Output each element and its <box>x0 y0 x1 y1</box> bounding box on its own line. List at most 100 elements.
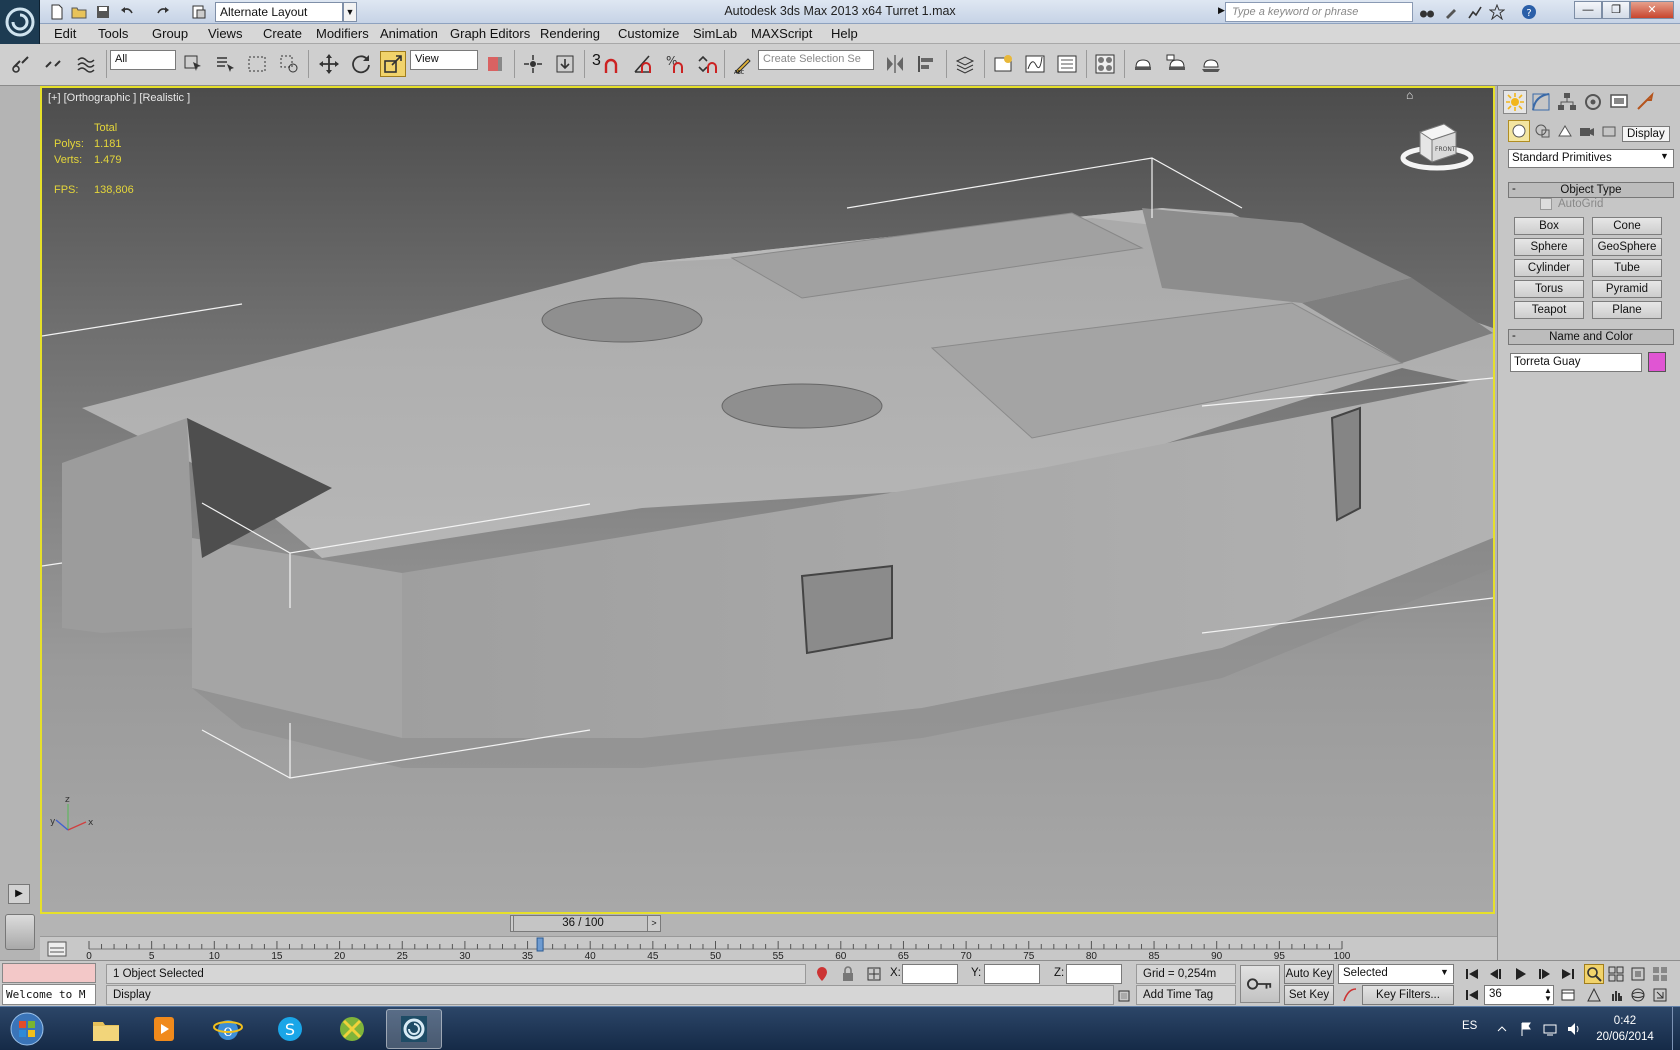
window-crossing-icon[interactable] <box>276 51 302 77</box>
object-name-input[interactable]: Torreta Guay <box>1510 353 1642 372</box>
redo-icon[interactable] <box>154 3 172 21</box>
absolute-mode-icon[interactable] <box>864 964 884 984</box>
menu-customize[interactable]: Customize <box>618 26 679 41</box>
tube-button[interactable]: Tube <box>1592 259 1662 277</box>
category-dropdown[interactable]: Standard Primitives <box>1508 149 1674 168</box>
named-selection-set-dropdown[interactable]: Create Selection Se <box>758 50 874 70</box>
viewcube[interactable]: FRONT <box>1398 114 1476 176</box>
geometry-category-icon[interactable] <box>1508 120 1530 142</box>
rectangular-selection-icon[interactable] <box>244 51 270 77</box>
pyramid-button[interactable]: Pyramid <box>1592 280 1662 298</box>
rendered-frame-window-icon[interactable] <box>1164 51 1190 77</box>
orbit-icon[interactable] <box>1628 985 1648 1005</box>
default-tangents-icon[interactable] <box>1340 985 1360 1005</box>
menu-maxscript[interactable]: MAXScript <box>751 26 812 41</box>
home-icon[interactable]: ⌂ <box>1406 88 1413 102</box>
bind-space-warp-icon[interactable] <box>74 51 100 77</box>
internet-explorer-taskbar-icon[interactable]: e <box>200 1009 256 1049</box>
mirror-icon[interactable] <box>882 51 908 77</box>
restore-button[interactable]: ❐ <box>1602 1 1630 19</box>
menu-tools[interactable]: Tools <box>98 26 128 41</box>
menu-rendering[interactable]: Rendering <box>540 26 600 41</box>
menu-help[interactable]: Help <box>831 26 858 41</box>
search-arrow-icon[interactable]: ▶ <box>1218 5 1225 16</box>
maximize-viewport-icon[interactable] <box>1650 985 1670 1005</box>
link-icon[interactable] <box>8 51 34 77</box>
autogrid-checkbox-box[interactable] <box>1540 198 1552 210</box>
render-production-icon[interactable] <box>1198 51 1224 77</box>
select-manipulate-icon[interactable] <box>520 51 546 77</box>
scene-explorer-icon[interactable] <box>990 51 1016 77</box>
autogrid-checkbox[interactable]: AutoGrid <box>1540 198 1603 210</box>
viewport-label[interactable]: [+] [Orthographic ] [Realistic ] <box>48 92 190 104</box>
zoom-icon[interactable] <box>1584 964 1604 984</box>
y-coordinate-input[interactable] <box>984 964 1040 984</box>
perspective-viewport[interactable]: z y x [+] [Orthographic ] [Realistic ] T… <box>40 86 1495 914</box>
language-indicator[interactable]: ES <box>1462 1020 1477 1032</box>
teapot-button[interactable]: Teapot <box>1514 301 1584 319</box>
go-to-end-icon[interactable] <box>1558 964 1578 984</box>
project-folder-icon[interactable] <box>190 3 208 21</box>
field-of-view-icon[interactable] <box>1584 985 1604 1005</box>
gis-app-taskbar-icon[interactable] <box>324 1009 380 1049</box>
select-object-icon[interactable] <box>180 51 206 77</box>
display-tab-icon[interactable] <box>1607 90 1631 114</box>
set-key-button[interactable]: Set Key <box>1284 985 1334 1005</box>
key-mode-arrow-icon[interactable]: ▼ <box>1440 967 1449 977</box>
angle-snap-icon[interactable] <box>630 51 656 77</box>
x-coordinate-input[interactable] <box>902 964 958 984</box>
menu-edit[interactable]: Edit <box>54 26 76 41</box>
pan-view-icon[interactable] <box>1606 985 1626 1005</box>
helpers-category-icon[interactable] <box>1598 120 1620 142</box>
minimize-button[interactable]: — <box>1574 1 1602 19</box>
communication-icon[interactable] <box>1466 3 1484 21</box>
hierarchy-tab-icon[interactable] <box>1555 90 1579 114</box>
pivot-center-icon[interactable] <box>482 51 508 77</box>
torus-button[interactable]: Torus <box>1514 280 1584 298</box>
align-icon[interactable] <box>914 51 940 77</box>
sphere-button[interactable]: Sphere <box>1514 238 1584 256</box>
previous-frame-icon[interactable] <box>1486 964 1506 984</box>
cone-button[interactable]: Cone <box>1592 217 1662 235</box>
time-slider-thumb[interactable]: 36 / 100 <box>513 915 653 932</box>
media-player-taskbar-icon[interactable] <box>136 1009 192 1049</box>
search-input[interactable]: Type a keyword or phrase <box>1225 2 1413 22</box>
next-frame-icon[interactable] <box>1534 964 1554 984</box>
reference-coordinate-dropdown[interactable]: View <box>410 50 478 70</box>
time-tag-icon[interactable] <box>1114 986 1134 1006</box>
shapes-category-icon[interactable] <box>1532 120 1554 142</box>
box-button[interactable]: Box <box>1514 217 1584 235</box>
schematic-view-icon[interactable] <box>1054 51 1080 77</box>
isolate-selection-icon[interactable] <box>812 964 832 984</box>
track-ruler[interactable]: 0 5 10 15 20 25 30 35 40 45 50 55 60 65 70 75 80 85 90 95 10… <box>40 937 1497 961</box>
show-desktop-button[interactable] <box>1672 1007 1680 1050</box>
menu-simlab[interactable]: SimLab <box>693 26 737 41</box>
go-to-start-icon[interactable] <box>1462 964 1482 984</box>
keyboard-shortcut-override-icon[interactable] <box>552 51 578 77</box>
cylinder-button[interactable]: Cylinder <box>1514 259 1584 277</box>
unlink-icon[interactable] <box>40 51 66 77</box>
maxscript-mini-listener-top[interactable] <box>2 963 96 983</box>
3dsmax-taskbar-icon[interactable] <box>386 1009 442 1049</box>
scale-icon[interactable] <box>380 51 406 77</box>
undo-icon[interactable] <box>118 3 136 21</box>
rotate-icon[interactable] <box>348 51 374 77</box>
action-center-flag-icon[interactable] <box>1516 1019 1536 1039</box>
network-icon[interactable] <box>1540 1019 1560 1039</box>
save-file-icon[interactable] <box>94 3 112 21</box>
track-bar[interactable]: 0 5 10 15 20 25 30 35 40 45 50 55 60 65 70 75 80 85 90 95 10… <box>40 936 1497 961</box>
subscription-icon[interactable] <box>1442 3 1460 21</box>
layer-manager-icon[interactable] <box>952 51 978 77</box>
menu-create[interactable]: Create <box>263 26 302 41</box>
utilities-tab-icon[interactable] <box>1633 90 1657 114</box>
binoculars-icon[interactable] <box>1418 3 1436 21</box>
selection-filter-dropdown[interactable]: All <box>110 50 176 70</box>
open-file-icon[interactable] <box>70 3 88 21</box>
set-key-icon[interactable] <box>1240 965 1280 1003</box>
workspace-dropdown[interactable]: Alternate Layout <box>215 2 343 22</box>
maxscript-listener[interactable]: Welcome to M <box>2 984 96 1005</box>
create-tab-icon[interactable] <box>1503 90 1527 114</box>
curve-editor-icon[interactable] <box>1022 51 1048 77</box>
plane-button[interactable]: Plane <box>1592 301 1662 319</box>
favorites-star-icon[interactable] <box>1488 3 1506 21</box>
